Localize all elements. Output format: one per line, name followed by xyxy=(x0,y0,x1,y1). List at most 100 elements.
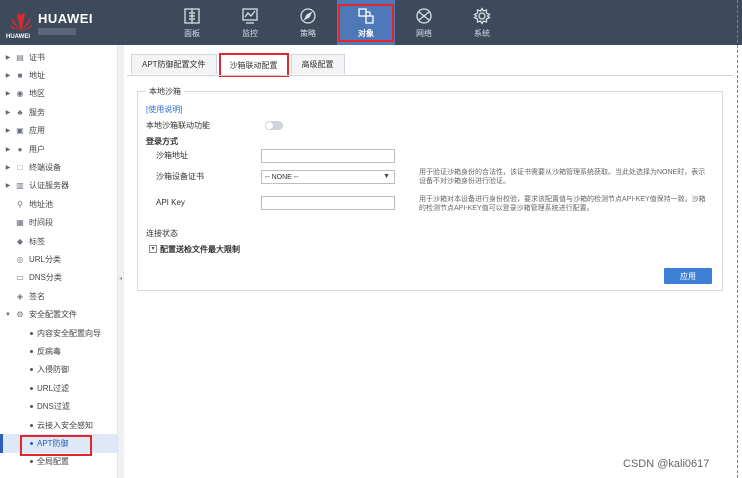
sidebar-subitem-label: 内容安全配置向导 xyxy=(37,328,101,338)
tab-apt-profile[interactable]: APT防御配置文件 xyxy=(131,54,217,74)
sidebar-item-label: 地址 xyxy=(29,71,45,81)
system-icon xyxy=(473,6,491,25)
sidebar-subitem-global-config[interactable]: 全局配置 xyxy=(0,453,117,471)
expand-arrow-icon[interactable]: ▶ xyxy=(3,146,13,153)
bullet-icon xyxy=(30,386,33,390)
bullet-icon xyxy=(30,423,33,427)
url-category-icon: ◎ xyxy=(16,254,24,264)
sandbox-address-label: 沙箱地址 xyxy=(156,151,188,160)
sidebar-item-time-range[interactable]: ▦ 时间段 xyxy=(0,214,117,232)
sidebar-item-label: DNS分类 xyxy=(29,273,62,283)
dns-category-icon: ▭ xyxy=(16,273,24,283)
panel-legend: 本地沙箱 xyxy=(146,86,184,97)
sidebar-item-address-pool[interactable]: ⚲ 地址池 xyxy=(0,195,117,213)
device-name-masked xyxy=(38,27,76,35)
sidebar-subitem-url-filter[interactable]: URL过滤 xyxy=(0,379,117,397)
sidebar-item-tag[interactable]: ◆ 标签 xyxy=(0,232,117,250)
cert-select[interactable]: -- NONE -- ▼ xyxy=(261,170,395,184)
collapse-arrow-icon[interactable]: ▼ xyxy=(3,312,13,318)
tag-icon: ◆ xyxy=(16,236,24,246)
main-content: APT防御配置文件 沙箱联动配置 高级配置 本地沙箱 [使用说明] 本地沙箱联动… xyxy=(127,45,734,478)
time-range-icon: ▦ xyxy=(16,218,24,228)
bullet-icon xyxy=(30,368,33,372)
sidebar-item-label: 签名 xyxy=(29,291,45,301)
sidebar-item-url-category[interactable]: ◎ URL分类 xyxy=(0,250,117,268)
sidebar-item-label: 安全配置文件 xyxy=(29,310,77,320)
expand-arrow-icon[interactable]: ▶ xyxy=(3,164,13,171)
sidebar-item-application[interactable]: ▶ ▣ 应用 xyxy=(0,122,117,140)
nav-network[interactable]: 网络 xyxy=(395,0,453,45)
expand-arrow-icon[interactable]: ▶ xyxy=(3,90,13,97)
nav-label: 策略 xyxy=(300,28,316,38)
application-icon: ▣ xyxy=(16,126,24,136)
sidebar-item-certificate[interactable]: ▶ ▤ 证书 xyxy=(0,48,117,66)
security-profile-icon: ⚙ xyxy=(16,310,24,320)
sidebar-item-label: 用户 xyxy=(29,144,45,154)
sidebar-item-terminal[interactable]: ▶ □ 终端设备 xyxy=(0,158,117,176)
tab-advanced[interactable]: 高级配置 xyxy=(290,54,345,74)
apply-button[interactable]: 应用 xyxy=(664,268,712,284)
upload-limit-section[interactable]: 配置送检文件最大限制 xyxy=(160,244,240,255)
expand-toggle-icon[interactable]: ▾ xyxy=(149,245,157,253)
expand-arrow-icon[interactable]: ▶ xyxy=(3,109,13,116)
nav-monitor[interactable]: 监控 xyxy=(221,0,279,45)
nav-label: 监控 xyxy=(242,28,258,38)
service-icon: ♣ xyxy=(17,107,23,117)
cert-select-value: -- NONE -- xyxy=(265,173,299,181)
sidebar-subitem-label: 全局配置 xyxy=(37,457,69,467)
expand-arrow-icon[interactable]: ▶ xyxy=(3,182,13,189)
address-pool-icon: ⚲ xyxy=(17,199,23,209)
sidebar-subitem-intrusion-prevention[interactable]: 入侵防御 xyxy=(0,361,117,379)
usage-link[interactable]: [使用说明] xyxy=(146,104,182,115)
sidebar-item-label: 认证服务器 xyxy=(29,181,69,191)
bullet-icon xyxy=(30,349,33,353)
sidebar-subitem-label: 反病毒 xyxy=(37,346,61,356)
nav-system[interactable]: 系统 xyxy=(453,0,511,45)
cert-hint: 用于验证沙箱身份的合法性，该证书需要从沙箱管理系统获取。当此处选择为NONE时，… xyxy=(419,169,706,185)
sidebar-item-signature[interactable]: ◈ 签名 xyxy=(0,287,117,305)
sidebar-item-auth-server[interactable]: ▶ ▥ 认证服务器 xyxy=(0,177,117,195)
sidebar-item-address[interactable]: ▶ ■ 地址 xyxy=(0,66,117,84)
expand-arrow-icon[interactable]: ▶ xyxy=(3,72,13,79)
sidebar: ▶ ▤ 证书 ▶ ■ 地址 ▶ ◉ 地区 ▶ ♣ 服务 ▶ ▣ 应用 ▶ ● 用户 ▶ □ 终端设备 ▶ ▥ 认… xyxy=(0,45,118,478)
sidebar-subitem-dns-filter[interactable]: DNS过滤 xyxy=(0,397,117,415)
sidebar-item-label: 终端设备 xyxy=(29,163,61,173)
sidebar-subitem-cloud-access[interactable]: 云接入安全感知 xyxy=(0,416,117,434)
sidebar-item-user[interactable]: ▶ ● 用户 xyxy=(0,140,117,158)
bullet-icon xyxy=(30,441,33,445)
nav-label: 面板 xyxy=(184,28,200,38)
sidebar-item-service[interactable]: ▶ ♣ 服务 xyxy=(0,103,117,121)
linkage-toggle[interactable] xyxy=(265,121,283,130)
sidebar-item-label: 服务 xyxy=(29,107,45,117)
sidebar-item-label: 时间段 xyxy=(29,218,53,228)
nav-label: 系统 xyxy=(474,28,490,38)
monitor-icon xyxy=(242,7,258,24)
tab-divider xyxy=(127,75,734,76)
linkage-label: 本地沙箱联动功能 xyxy=(146,121,210,130)
huawei-logo-icon xyxy=(6,8,36,38)
tab-sandbox-linkage[interactable]: 沙箱联动配置 xyxy=(218,53,289,77)
sidebar-item-dns-category[interactable]: ▭ DNS分类 xyxy=(0,269,117,287)
nav-object[interactable]: 对象 xyxy=(337,0,395,45)
user-icon: ● xyxy=(17,144,23,154)
sidebar-collapse-handle[interactable]: ◂ xyxy=(118,45,124,478)
policy-icon xyxy=(300,7,316,24)
network-icon xyxy=(416,7,432,24)
login-method-label: 登录方式 xyxy=(146,137,178,146)
expand-arrow-icon[interactable]: ▶ xyxy=(3,54,13,61)
sidebar-subitem-apt-defense[interactable]: APT防御 xyxy=(0,434,117,457)
sidebar-subitem-content-wizard[interactable]: 内容安全配置向导 xyxy=(0,324,117,342)
sidebar-subitem-antivirus[interactable]: 反病毒 xyxy=(0,342,117,360)
certificate-icon: ▤ xyxy=(16,52,24,62)
watermark: CSDN @kali0617 xyxy=(623,458,710,470)
nav-policy[interactable]: 策略 xyxy=(279,0,337,45)
expand-arrow-icon[interactable]: ▶ xyxy=(3,127,13,134)
apikey-input[interactable] xyxy=(261,196,395,210)
sandbox-address-input[interactable] xyxy=(261,149,395,163)
sidebar-item-security-profile[interactable]: ▼ ⚙ 安全配置文件 xyxy=(0,305,117,323)
bullet-icon xyxy=(30,460,33,464)
sidebar-item-region[interactable]: ▶ ◉ 地区 xyxy=(0,85,117,103)
nav-dashboard[interactable]: 面板 xyxy=(163,0,221,45)
bullet-icon xyxy=(30,331,33,335)
dashboard-icon xyxy=(184,7,200,24)
